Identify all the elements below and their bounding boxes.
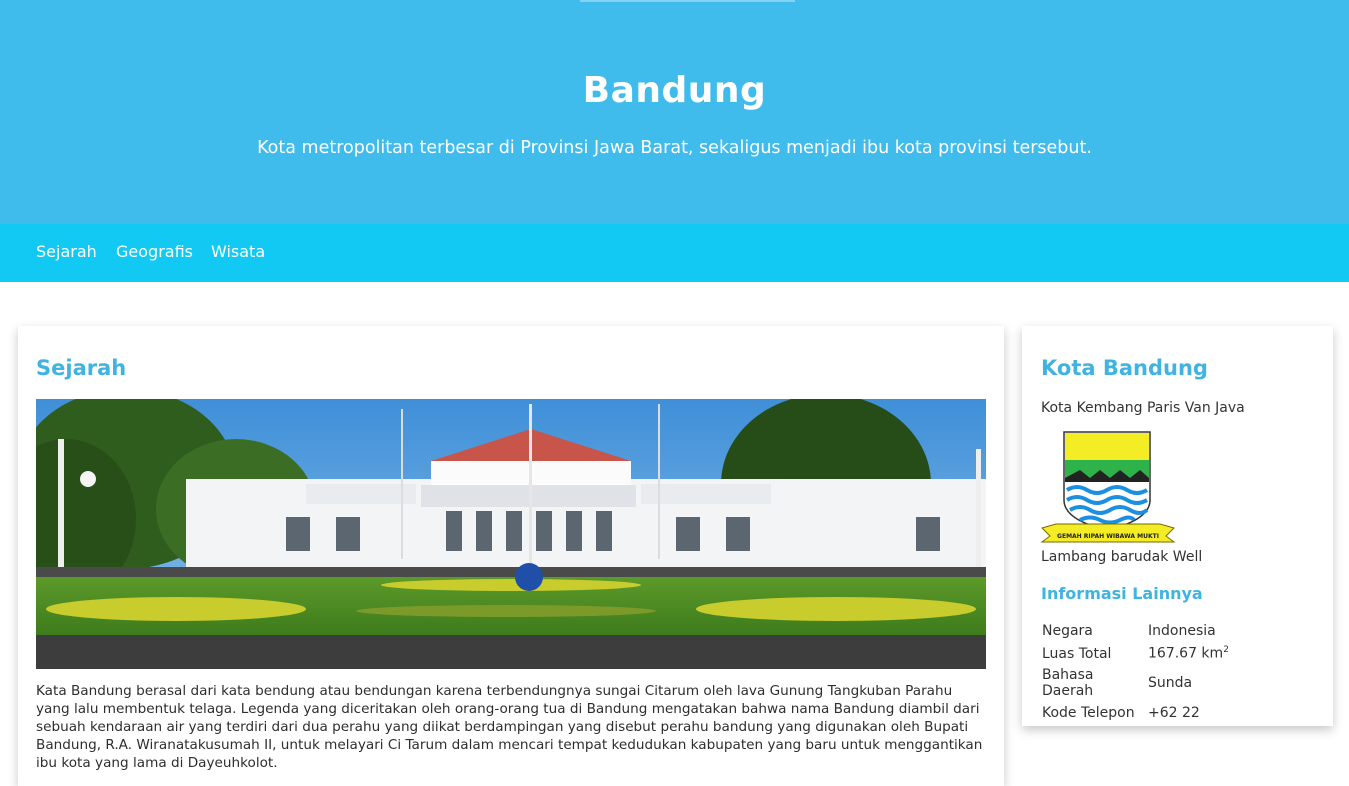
hero-top-divider: [580, 0, 795, 2]
area-value: 167.67 km: [1148, 645, 1224, 662]
nav-link-sejarah[interactable]: Sejarah: [36, 242, 97, 261]
history-paragraph: Kata Bandung berasal dari kata bendung a…: [36, 683, 983, 771]
logo-motto: GEMAH RIPAH WIBAWA MUKTI: [1057, 533, 1159, 540]
area-unit-exponent: 2: [1223, 645, 1229, 656]
info-heading: Informasi Lainnya: [1041, 584, 1203, 603]
history-card: Sejarah Kata Bandung berasal dari kata b…: [18, 326, 1004, 786]
info-key: Negara: [1042, 622, 1093, 639]
info-row: Luas Total 167.67 km2: [1039, 642, 1232, 665]
main-nav: Sejarah Geografis Wisata: [0, 224, 1349, 282]
info-table: Negara Indonesia Luas Total 167.67 km2 B…: [1039, 619, 1232, 724]
gedung-pakuan-photo: [36, 399, 986, 669]
coat-of-arms-icon: GEMAH RIPAH WIBAWA MUKTI: [1040, 430, 1176, 548]
city-info-card: Kota Bandung Kota Kembang Paris Van Java…: [1022, 326, 1333, 726]
page-title: Bandung: [582, 70, 767, 111]
info-row: Negara Indonesia: [1039, 619, 1232, 642]
nav-link-geografis[interactable]: Geografis: [116, 242, 193, 261]
logo-caption: Lambang barudak Well: [1041, 549, 1203, 565]
city-nickname: Kota Kembang Paris Van Java: [1041, 400, 1245, 416]
info-value: Sunda: [1148, 675, 1193, 691]
info-value: Indonesia: [1148, 622, 1216, 639]
info-key: Bahasa Daerah: [1042, 667, 1094, 699]
page-subtitle: Kota metropolitan terbesar di Provinsi J…: [257, 138, 1092, 158]
nav-link-wisata[interactable]: Wisata: [211, 242, 265, 261]
info-value: +62 22: [1148, 704, 1200, 721]
info-row: Kode Telepon +62 22: [1039, 701, 1232, 724]
sidebar-heading: Kota Bandung: [1041, 356, 1208, 380]
info-key: Luas Total: [1042, 645, 1112, 662]
info-value-area: 167.67 km2: [1145, 642, 1232, 665]
info-key: Kode Telepon: [1042, 704, 1135, 721]
info-row: Bahasa Daerah Sunda: [1039, 665, 1232, 701]
building-image: [36, 399, 986, 669]
bandung-coat-of-arms: GEMAH RIPAH WIBAWA MUKTI: [1040, 430, 1176, 548]
hero-banner: Bandung Kota metropolitan terbesar di Pr…: [0, 0, 1349, 224]
section-heading-sejarah: Sejarah: [36, 356, 127, 380]
